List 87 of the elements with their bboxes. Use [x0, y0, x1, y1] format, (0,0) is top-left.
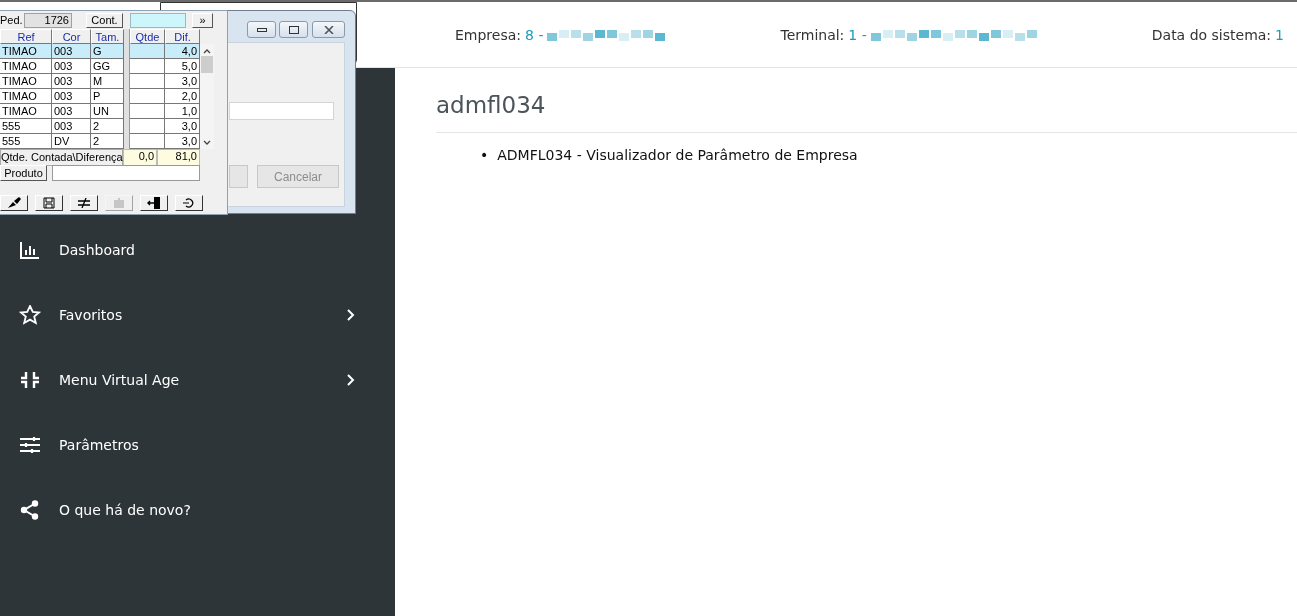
- order-label: Ped.: [0, 13, 24, 28]
- table-cell: TIMAO: [0, 89, 52, 104]
- column-header[interactable]: Ref: [0, 29, 52, 44]
- sliders-icon: [19, 434, 41, 455]
- toolbar-button[interactable]: [0, 195, 28, 211]
- table-cell: 2: [91, 119, 124, 134]
- list-item: ADMFL034 - Visualizador de Parâmetro de Empresa: [497, 146, 858, 164]
- table-cell: 3,0: [165, 134, 200, 149]
- brush-icon: [7, 197, 21, 209]
- toolbar-button[interactable]: [175, 195, 203, 211]
- table-cell: TIMAO: [0, 44, 52, 59]
- table-cell: 2: [91, 134, 124, 149]
- page-title: admfl034: [436, 91, 547, 120]
- minimize-icon: [256, 27, 267, 32]
- system-date-label: Data do sistema:: [1151, 26, 1272, 43]
- table-cell: GG: [91, 59, 124, 74]
- table-cell: 003: [52, 89, 91, 104]
- table-cell: P: [91, 89, 124, 104]
- count-button[interactable]: Cont.: [86, 13, 123, 28]
- order-number-field[interactable]: 1726: [24, 13, 72, 28]
- table-cell: DV: [52, 134, 91, 149]
- table-cell: 1,0: [165, 104, 200, 119]
- table-cell: 003: [52, 119, 91, 134]
- exit-door-icon: [147, 197, 161, 209]
- sidebar-item[interactable]: Dashboard: [0, 217, 395, 282]
- table-cell: [130, 59, 165, 74]
- save-icon: [43, 197, 55, 209]
- not-equal-icon: [77, 198, 91, 208]
- table-cell: 003: [52, 74, 91, 89]
- column-header[interactable]: Qtde: [130, 29, 165, 44]
- table-cell: 003: [52, 59, 91, 74]
- table-cell: G: [91, 44, 124, 59]
- table-cell: 5,0: [165, 59, 200, 74]
- terminal-label: Terminal:: [780, 26, 845, 43]
- column-header[interactable]: Tam.: [91, 29, 124, 44]
- table-cell: 003: [52, 104, 91, 119]
- scroll-thumb[interactable]: [201, 56, 213, 73]
- company-label: Empresa:: [455, 26, 522, 43]
- close-button[interactable]: [312, 21, 345, 38]
- table-cell: 555: [0, 134, 52, 149]
- table-cell: TIMAO: [0, 74, 52, 89]
- table-cell: [130, 119, 165, 134]
- sidebar-item[interactable]: Menu Virtual Age: [0, 347, 395, 412]
- sidebar-item[interactable]: O que há de novo?: [0, 477, 395, 542]
- toolbar-button[interactable]: [140, 195, 168, 211]
- system-date-value: 1: [1275, 26, 1284, 43]
- table-cell: 3,0: [165, 74, 200, 89]
- minimize-button[interactable]: [247, 21, 276, 38]
- table-cell: [130, 134, 165, 149]
- count-field[interactable]: [130, 13, 186, 28]
- star-icon: [19, 304, 41, 325]
- column-header[interactable]: Dif.: [165, 29, 200, 44]
- close-icon: [323, 25, 334, 34]
- more-button[interactable]: »: [192, 13, 213, 28]
- bar-chart-icon: [19, 239, 41, 260]
- table-cell: 3,0: [165, 119, 200, 134]
- table-cell: [130, 74, 165, 89]
- sidebar-item[interactable]: Parâmetros: [0, 412, 395, 477]
- table-cell: 003: [52, 44, 91, 59]
- input-field[interactable]: [229, 102, 334, 120]
- table-cell: 555: [0, 119, 52, 134]
- scroll-down-icon[interactable]: [203, 140, 211, 146]
- undo-icon: [182, 197, 196, 209]
- scroll-up-icon[interactable]: [203, 48, 211, 54]
- sidebar-item[interactable]: Favoritos: [0, 282, 395, 347]
- maximize-icon: [288, 25, 299, 34]
- maximize-button[interactable]: [279, 21, 308, 38]
- toolbar-button[interactable]: [70, 195, 98, 211]
- table-cell: TIMAO: [0, 59, 52, 74]
- table-cell: 4,0: [165, 44, 200, 59]
- table-cell: [130, 44, 165, 59]
- company-value: 8 -: [525, 26, 544, 43]
- toolbar-button[interactable]: [35, 195, 63, 211]
- table-cell: [130, 89, 165, 104]
- table-cell: M: [91, 74, 124, 89]
- terminal-value: 1 -: [848, 26, 867, 43]
- product-field[interactable]: [52, 165, 200, 181]
- table-cell: 2,0: [165, 89, 200, 104]
- column-header[interactable]: Cor: [52, 29, 91, 44]
- table-cell: [130, 104, 165, 119]
- collapse-icon: [19, 369, 41, 390]
- table-cell: TIMAO: [0, 104, 52, 119]
- scrollbar[interactable]: [200, 44, 214, 149]
- bullet: •: [480, 146, 489, 164]
- product-button[interactable]: Produto: [0, 165, 47, 181]
- share-icon: [19, 499, 41, 520]
- table-cell: UN: [91, 104, 124, 119]
